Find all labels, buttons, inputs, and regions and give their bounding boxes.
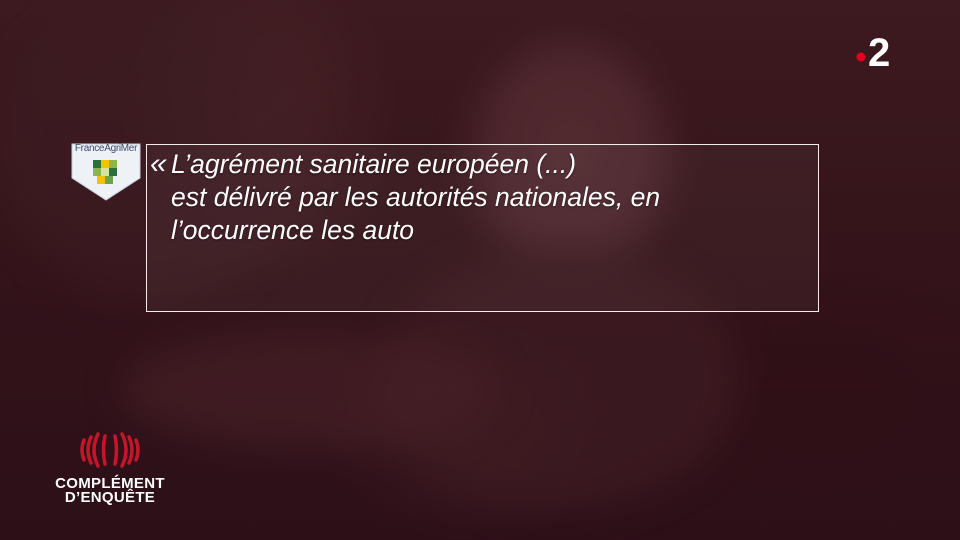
france2-logo: 2: [852, 28, 902, 75]
france2-logo-icon: 2: [856, 31, 890, 75]
complement-enquete-icon: [80, 432, 140, 468]
franceagrimer-label: FranceAgriMer: [74, 143, 138, 154]
quote-text: L’agrément sanitaire européen (...) est …: [171, 149, 661, 245]
program-title-line2: D’ENQUÊTE: [64, 489, 156, 506]
complement-enquete-logo: COMPLÉMENT D’ENQUÊTE: [50, 428, 170, 505]
quote-open-mark: «: [150, 147, 167, 180]
channel-number: 2: [868, 31, 890, 70]
